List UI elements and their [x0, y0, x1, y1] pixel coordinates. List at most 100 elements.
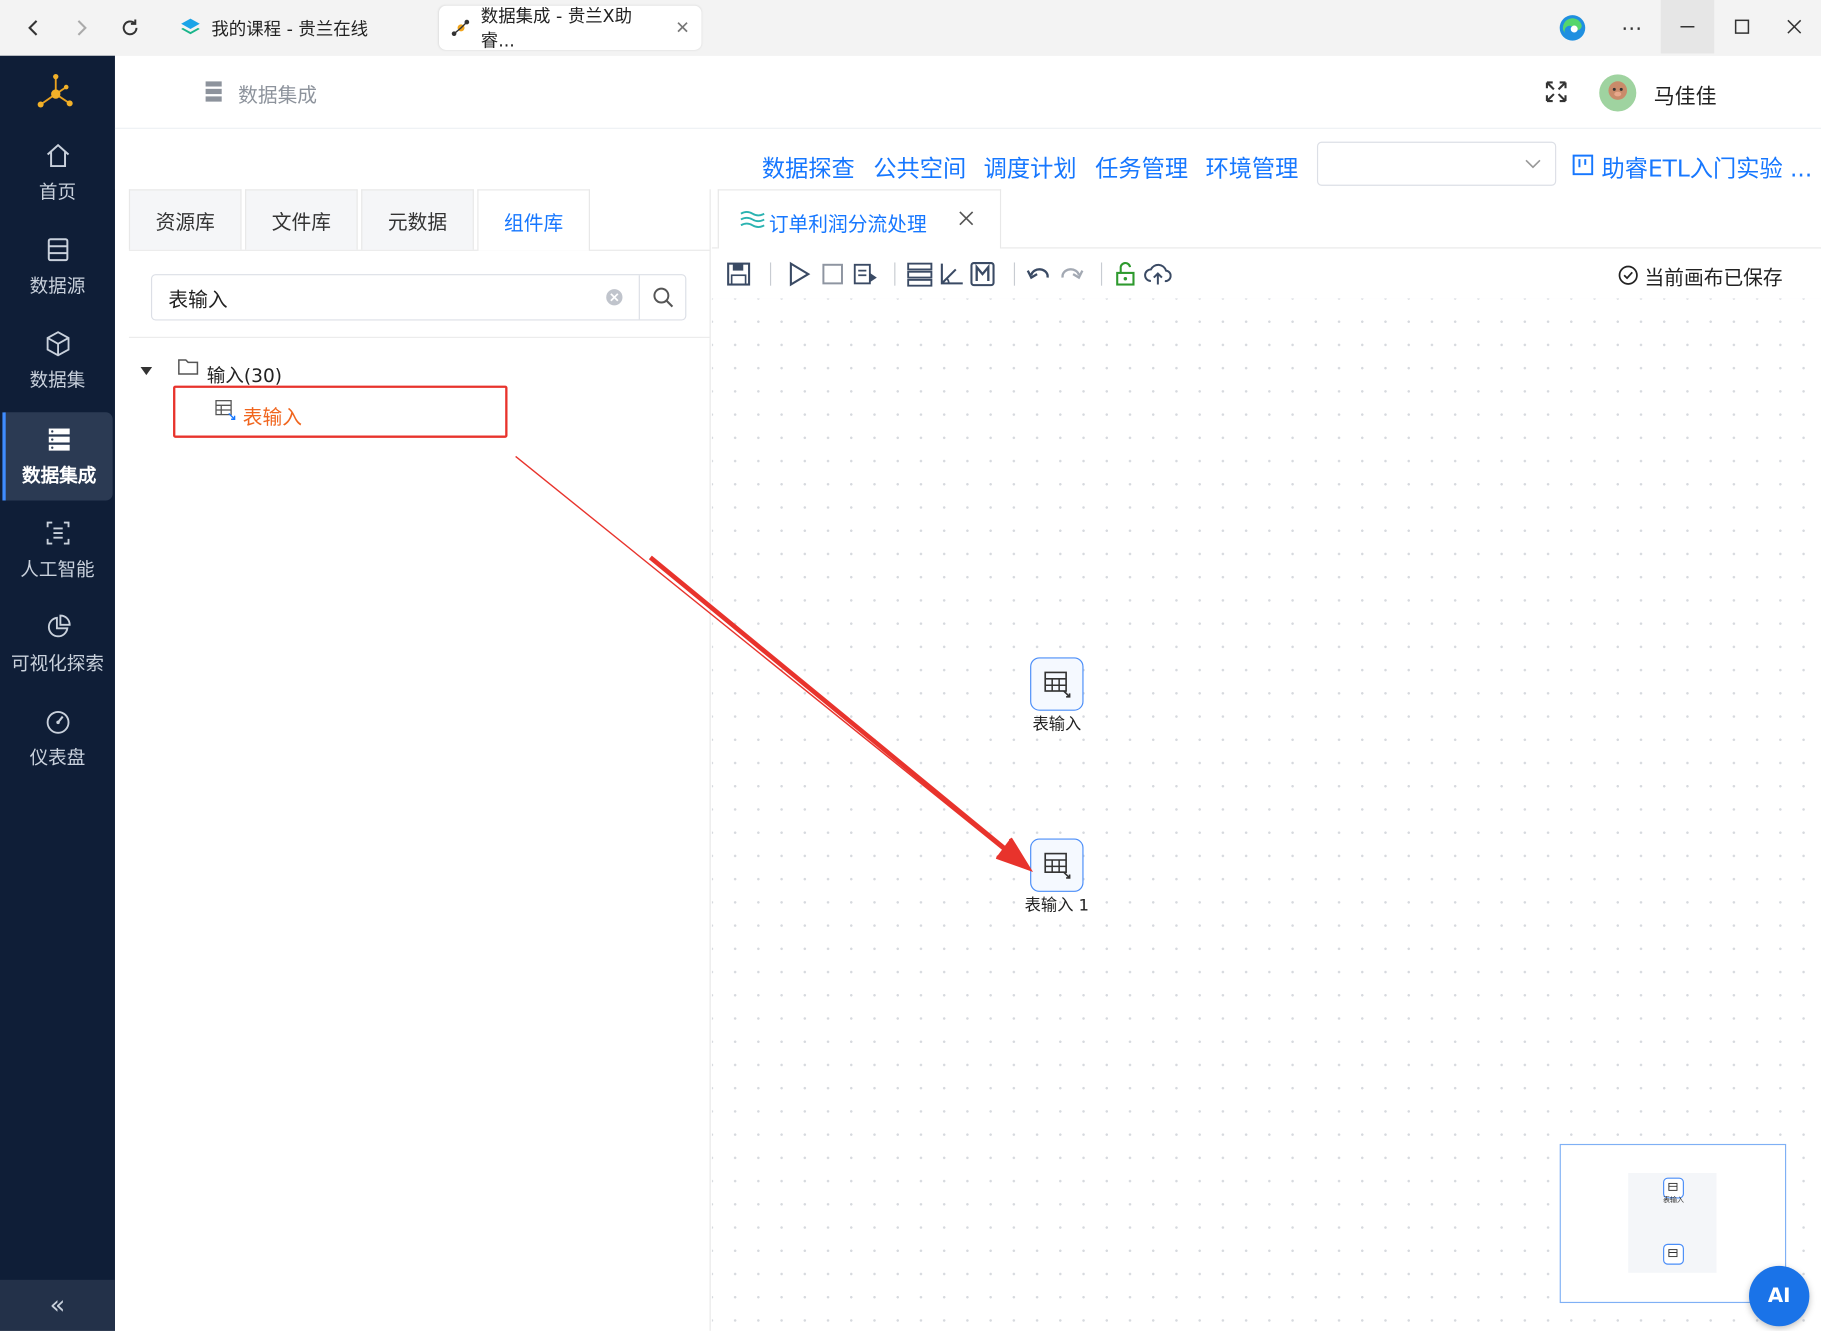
sidebar-item-label: 可视化探索 — [11, 652, 104, 675]
canvas-node-table-input-1[interactable] — [1030, 838, 1084, 892]
tab-label: 文件库 — [271, 211, 331, 235]
ai-assistant-button[interactable]: AI — [1748, 1265, 1810, 1327]
table-input-icon — [1668, 1249, 1678, 1258]
folder-icon — [178, 359, 199, 375]
unlock-icon — [1116, 261, 1135, 286]
tab-resource-library[interactable]: 资源库 — [128, 189, 242, 250]
minimap[interactable]: 表输入 — [1559, 1143, 1787, 1304]
check-circle-icon — [1618, 265, 1638, 285]
table-input-icon — [215, 400, 236, 420]
stop-button[interactable] — [819, 260, 847, 288]
upload-button[interactable] — [1144, 260, 1172, 288]
sidebar-item-integration[interactable]: 数据集成 — [2, 412, 113, 501]
browser-tab-courses[interactable]: 我的课程 - 贵兰在线 — [167, 6, 432, 50]
more-menu-icon[interactable]: ⋯ — [1617, 12, 1647, 45]
chevron-right-icon — [77, 20, 87, 36]
editor-tab[interactable]: 订单利润分流处理 — [717, 189, 1002, 249]
minimap-node-label: 表输入 — [1663, 1196, 1684, 1205]
sidebar-item-datasource[interactable]: 数据源 — [0, 223, 115, 311]
tab-title: 我的课程 - 贵兰在线 — [211, 18, 369, 39]
tab-component-library[interactable]: 组件库 — [477, 189, 590, 251]
sidebar-item-ai[interactable]: 人工智能 — [0, 506, 115, 594]
sidebar-item-home[interactable]: 首页 — [0, 129, 115, 217]
back-button[interactable] — [16, 12, 51, 45]
align-button[interactable] — [937, 260, 965, 288]
close-tab-icon[interactable]: ✕ — [675, 17, 690, 38]
debug-button[interactable] — [851, 260, 879, 288]
maximize-icon — [1734, 19, 1750, 34]
toolbar-separator — [1013, 262, 1016, 286]
project-link[interactable]: 助睿ETL入门实验 ... — [1602, 150, 1818, 184]
tab-title: 数据集成 - 贵兰X助睿... — [480, 5, 633, 52]
play-icon — [789, 261, 811, 287]
caret-down-icon[interactable] — [140, 366, 153, 376]
app-logo-icon — [37, 73, 73, 108]
unlock-button[interactable] — [1111, 260, 1139, 288]
nav-link-public-space[interactable]: 公共空间 — [873, 150, 966, 184]
search-icon — [653, 287, 674, 308]
avatar[interactable] — [1599, 74, 1637, 112]
environment-select[interactable] — [1316, 141, 1557, 186]
canvas-node-table-input[interactable] — [1030, 657, 1084, 711]
course-layers-icon — [181, 18, 200, 35]
undo-button[interactable] — [1024, 260, 1052, 288]
metric-button[interactable] — [969, 260, 997, 288]
tab-label: 元数据 — [387, 211, 448, 235]
redo-icon — [1061, 268, 1084, 280]
node-label: 表输入 — [1032, 715, 1082, 734]
sidebar-item-dashboard[interactable]: 仪表盘 — [0, 694, 115, 782]
search-input[interactable] — [152, 275, 626, 320]
close-icon[interactable] — [958, 210, 974, 226]
table-input-icon — [1668, 1182, 1678, 1191]
sidebar-item-label: 人工智能 — [20, 558, 95, 581]
breadcrumb: 数据集成 — [238, 84, 318, 109]
chevron-left-icon — [28, 20, 38, 36]
angle-icon — [940, 263, 963, 285]
database-icon — [47, 238, 68, 262]
fullscreen-icon — [1545, 81, 1567, 103]
cube-icon — [46, 331, 69, 357]
sidebar-item-label: 数据集成 — [22, 464, 97, 487]
save-status-text: 当前画布已保存 — [1644, 266, 1783, 290]
clear-input-icon[interactable] — [605, 288, 624, 307]
nav-link-schedule[interactable]: 调度计划 — [984, 150, 1077, 184]
tabs-divider — [128, 249, 710, 251]
run-button[interactable] — [785, 260, 813, 288]
save-status: 当前画布已保存 — [1618, 262, 1783, 290]
layout-button[interactable] — [906, 260, 934, 288]
browser-tab-integration[interactable]: 数据集成 - 贵兰X助睿... ✕ — [438, 5, 702, 52]
nav-link-task-manage[interactable]: 任务管理 — [1095, 150, 1188, 184]
maximize-button[interactable] — [1715, 0, 1768, 53]
component-search — [150, 274, 687, 321]
username[interactable]: 马佳佳 — [1654, 80, 1717, 110]
forward-button[interactable] — [64, 12, 99, 45]
tab-file-library[interactable]: 文件库 — [245, 189, 358, 250]
fullscreen-button[interactable] — [1543, 79, 1571, 107]
tab-metadata[interactable]: 元数据 — [361, 189, 474, 250]
node-label: 表输入 1 — [1024, 896, 1089, 916]
top-navigation: 数据探查 公共空间 调度计划 任务管理 环境管理 助睿ETL入门实验 ... — [114, 128, 1821, 190]
minimize-button[interactable] — [1660, 0, 1715, 54]
edge-icon[interactable] — [1556, 12, 1589, 45]
dashboard-icon — [46, 710, 69, 734]
cloud-upload-icon — [1144, 263, 1172, 285]
editor-tab-title: 订单利润分流处理 — [768, 213, 927, 237]
home-icon — [46, 143, 69, 168]
nav-link-explore[interactable]: 数据探查 — [762, 150, 855, 184]
nav-link-env-manage[interactable]: 环境管理 — [1205, 150, 1298, 184]
app-logo — [31, 70, 80, 119]
component-panel: 资源库 文件库 元数据 组件库 输入(30) 表输入 — [128, 189, 711, 1331]
close-window-button[interactable] — [1768, 0, 1821, 53]
m-box-icon — [970, 262, 995, 287]
redo-button[interactable] — [1058, 260, 1086, 288]
tree-folder-label[interactable]: 输入(30) — [207, 360, 282, 388]
reload-button[interactable] — [113, 12, 148, 45]
collapse-sidebar-button[interactable]: « — [0, 1279, 115, 1331]
sidebar-item-dataset[interactable]: 数据集 — [0, 317, 115, 405]
search-button[interactable] — [638, 275, 687, 320]
save-button[interactable] — [725, 260, 753, 288]
sidebar-item-visual-explore[interactable]: 可视化探索 — [0, 600, 115, 688]
tree-item-table-input[interactable]: 表输入 — [243, 401, 302, 429]
debug-icon — [853, 263, 877, 285]
table-input-icon — [1044, 852, 1071, 879]
